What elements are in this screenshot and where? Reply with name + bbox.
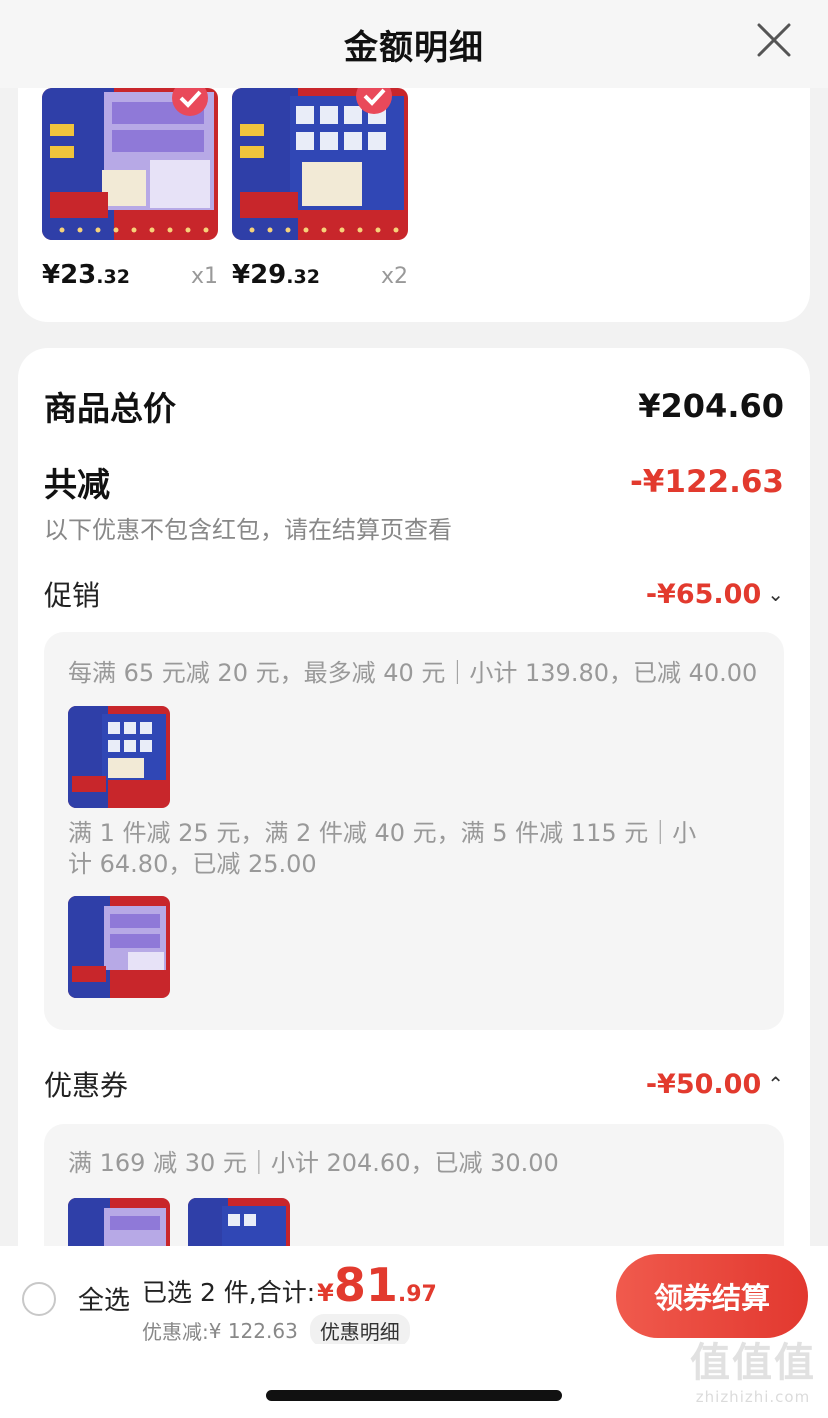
promo-rule: 每满 65 元减 20 元，最多减 40 元｜小计 139.80，已减 40.0…: [68, 659, 758, 687]
site-watermark: 值值值 zhizhizhi.com: [690, 1330, 816, 1406]
product-quantity: x1: [190, 264, 218, 289]
selected-count-text: 已选 2 件,合计:: [142, 1278, 316, 1307]
red-packet-hint: 以下优惠不包含红包，请在结算页查看: [44, 516, 452, 544]
select-all-label: 全选: [78, 1286, 131, 1316]
close-button[interactable]: [752, 18, 796, 62]
sheet-header: 金额明细: [0, 0, 828, 88]
promo-detail-panel: 每满 65 元减 20 元，最多减 40 元｜小计 139.80，已减 40.0…: [44, 632, 784, 1030]
checkout-button[interactable]: 领券结算: [616, 1254, 808, 1338]
product-item[interactable]: ¥23.32 x1: [42, 88, 218, 290]
price-detail-card: 商品总价 ¥204.60 共减 -¥122.63 以下优惠不包含红包，请在结算页…: [18, 348, 810, 1268]
promo-label: 促销: [44, 579, 101, 612]
discount-summary: 优惠减: ¥ 122.63 优惠明细: [142, 1314, 410, 1347]
watermark-domain: zhizhizhi.com: [695, 1388, 811, 1406]
home-indicator[interactable]: [266, 1390, 562, 1401]
watermark-logo: 值值值: [690, 1340, 816, 1386]
product-quantity: x2: [380, 264, 408, 289]
promo-product-thumbnail[interactable]: [68, 706, 170, 808]
product-price: ¥29.32: [232, 260, 320, 290]
coupon-rule: 满 169 减 30 元｜小计 204.60，已减 30.00: [68, 1149, 559, 1177]
amount-detail-sheet: ¥23.32 x1 ¥29.32 x2 金额明细 商品总价 ¥204.60 共减…: [0, 0, 828, 1418]
total-price-label: 商品总价: [44, 389, 176, 428]
product-price: ¥23.32: [42, 260, 130, 290]
close-icon: [757, 23, 791, 57]
promo-value: -¥65.00: [645, 578, 762, 610]
discount-detail-button[interactable]: 优惠明细: [309, 1314, 410, 1347]
discount-label: 优惠减:: [142, 1320, 209, 1344]
currency-symbol: ¥: [317, 1279, 334, 1307]
select-all-toggle[interactable]: 全选: [22, 1280, 130, 1317]
promo-row[interactable]: 促销 -¥65.00 ⌄: [44, 574, 784, 614]
promo-product-thumbnail[interactable]: [68, 896, 170, 998]
chevron-down-icon[interactable]: ⌄: [767, 582, 784, 606]
select-all-checkbox[interactable]: [22, 1281, 56, 1316]
product-item[interactable]: ¥29.32 x2: [232, 88, 408, 290]
product-thumbnail[interactable]: [42, 88, 218, 240]
coupon-label: 优惠券: [44, 1069, 129, 1102]
promo-rule: 满 1 件减 25 元，满 2 件减 40 元，满 5 件减 115 元｜小计 …: [68, 819, 697, 878]
total-amount-integer: 81: [333, 1258, 398, 1312]
total-reduction-value: -¥122.63: [629, 464, 784, 500]
chevron-up-icon[interactable]: ⌃: [767, 1072, 784, 1096]
total-amount-decimal: .97: [397, 1282, 437, 1307]
product-card: ¥23.32 x1 ¥29.32 x2: [18, 60, 810, 322]
total-summary: 已选 2 件,合计: ¥ 81 .97: [142, 1260, 437, 1310]
total-reduction-label: 共减: [44, 465, 110, 504]
page-title: 金额明细: [344, 27, 484, 68]
coupon-value: -¥50.00: [645, 1068, 762, 1100]
discount-value: ¥ 122.63: [208, 1318, 298, 1343]
total-price-value: ¥204.60: [638, 387, 784, 425]
product-thumbnail[interactable]: [232, 88, 408, 240]
coupon-row[interactable]: 优惠券 -¥50.00 ⌃: [44, 1064, 784, 1104]
